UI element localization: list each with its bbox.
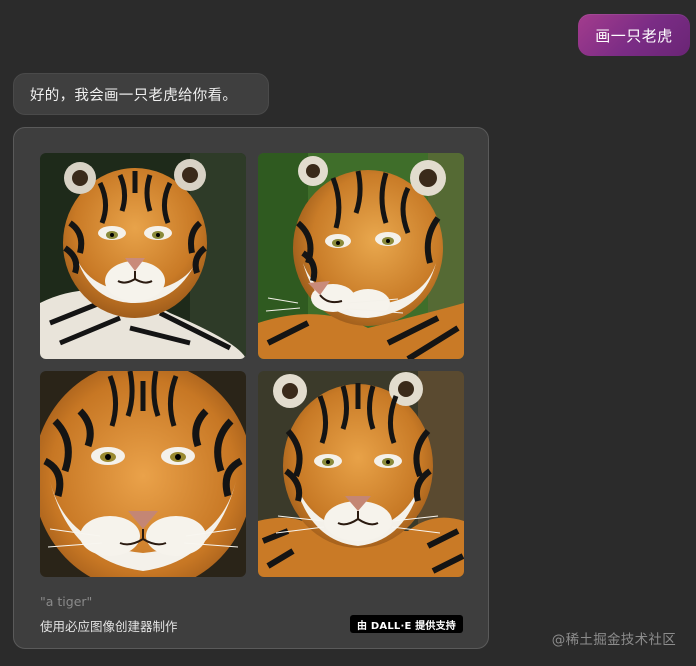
dalle-badge[interactable]: 由 DALL·E 提供支持 (350, 615, 463, 633)
tiger-image (258, 153, 464, 359)
user-message-text: 画一只老虎 (595, 26, 673, 45)
image-creator-credit: 使用必应图像创建器制作 (40, 619, 178, 634)
chat-window: 画一只老虎 好的，我会画一只老虎给你看。 "a tiger" 使用必应图像创建器… (0, 0, 696, 666)
tiger-image (40, 371, 246, 577)
tiger-image (258, 371, 464, 577)
bot-message-bubble: 好的，我会画一只老虎给你看。 (13, 73, 269, 115)
generated-image-3[interactable] (40, 371, 246, 577)
generated-image-4[interactable] (258, 371, 464, 577)
user-message-bubble: 画一只老虎 (578, 14, 690, 56)
generated-image-1[interactable] (40, 153, 246, 359)
generated-image-2[interactable] (258, 153, 464, 359)
image-result-card: "a tiger" 使用必应图像创建器制作 由 DALL·E 提供支持 (13, 127, 489, 649)
site-watermark: @稀土掘金技术社区 (551, 632, 676, 648)
bot-message-text: 好的，我会画一只老虎给你看。 (30, 87, 238, 104)
tiger-image (40, 153, 246, 359)
image-prompt-text: "a tiger" (40, 594, 93, 609)
image-grid (40, 153, 464, 577)
